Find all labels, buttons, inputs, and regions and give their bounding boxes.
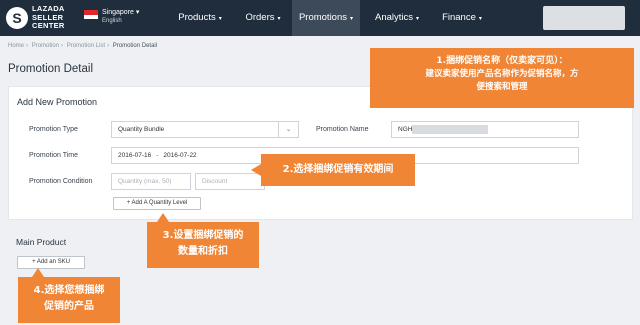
callout-promotion-name: 1.捆绑促销名称（仅卖家可见）： 建议卖家使用产品名称作为促销名称，方 便搜索和… xyxy=(370,48,634,108)
chevron-down-icon: ▾ xyxy=(135,9,140,16)
quantity-input[interactable]: Quantity (max. 50) xyxy=(111,173,191,190)
chevron-down-icon: ▾ xyxy=(416,16,420,22)
promotion-time-label: Promotion Time xyxy=(29,152,79,159)
callout-4-line-1: 4.选择您想捆绑 xyxy=(33,285,105,296)
nav-finance[interactable]: Finance ▾ xyxy=(432,0,492,36)
chevron-down-icon: ▾ xyxy=(478,16,482,22)
nav-orders-label: Orders xyxy=(245,12,275,23)
add-quantity-level-button[interactable]: + Add A Quantity Level xyxy=(113,197,201,210)
logo-line-3: CENTER xyxy=(32,21,65,30)
nav-promotions-label: Promotions xyxy=(298,12,348,23)
nav-products-label: Products xyxy=(178,12,216,23)
country-name: Singapore xyxy=(102,9,134,16)
promotion-condition-label: Promotion Condition xyxy=(29,178,93,185)
callout-promotion-time: 2.选择捆绑促销有效期间 xyxy=(251,154,415,186)
redacted-name xyxy=(412,125,488,134)
breadcrumb-separator: › xyxy=(107,43,110,49)
date-separator: - xyxy=(156,152,159,159)
page-title: Promotion Detail xyxy=(8,63,94,75)
callout-1-line-3: 便搜索和管理 xyxy=(476,82,528,92)
nav-analytics[interactable]: Analytics ▾ xyxy=(362,0,432,36)
breadcrumb: Home › Promotion › Promotion List › Promoti… xyxy=(8,43,159,49)
callout-2-text: 2.选择捆绑促销有效期间 xyxy=(282,164,394,175)
nav-products[interactable]: Products ▾ xyxy=(165,0,235,36)
promotion-name-label: Promotion Name xyxy=(316,126,369,133)
main-product-title: Main Product xyxy=(16,237,67,247)
callout-1-line-1: 1.捆绑促销名称（仅卖家可见）： xyxy=(436,56,568,66)
chevron-down-icon: ▾ xyxy=(218,16,222,22)
account-menu[interactable] xyxy=(543,6,625,30)
chevron-down-icon: ▾ xyxy=(277,16,281,22)
nav-finance-label: Finance xyxy=(442,12,476,23)
chevron-down-icon: ▾ xyxy=(350,16,354,22)
country-name-row: Singapore ▾ xyxy=(102,8,139,16)
callout-3-line-2: 数量和折扣 xyxy=(178,246,228,257)
logo-text: LAZADA SELLER CENTER xyxy=(32,4,65,31)
singapore-flag-icon xyxy=(84,10,98,19)
logo-s-icon: S xyxy=(6,7,28,29)
callout-select-products: 4.选择您想捆绑 促销的产品 xyxy=(18,268,120,323)
promotion-type-value: Quantity Bundle xyxy=(118,126,165,133)
breadcrumb-promotion-list[interactable]: Promotion List xyxy=(67,43,105,49)
promotion-type-label: Promotion Type xyxy=(29,126,78,133)
nav-promotions[interactable]: Promotions ▾ xyxy=(292,0,360,36)
chevron-down-icon: ⌄ xyxy=(278,122,298,137)
breadcrumb-home[interactable]: Home xyxy=(8,43,24,49)
breadcrumb-current: Promotion Detail xyxy=(112,43,158,49)
add-sku-button[interactable]: + Add an SKU xyxy=(17,256,85,269)
promotion-type-select[interactable]: Quantity Bundle ⌄ xyxy=(111,121,299,138)
callout-quantity-discount: 3.设置捆绑促销的 数量和折扣 xyxy=(147,213,259,268)
language-label: English xyxy=(102,18,122,24)
card-title: Add New Promotion xyxy=(17,97,98,107)
top-nav: S LAZADA SELLER CENTER Singapore ▾ Engli… xyxy=(0,0,640,36)
lazada-seller-center-logo[interactable]: S LAZADA SELLER CENTER xyxy=(6,4,86,32)
callout-1-line-2: 建议卖家使用产品名称作为促销名称，方 xyxy=(425,69,579,79)
end-date: 2016-07-22 xyxy=(163,152,197,159)
breadcrumb-promotion[interactable]: Promotion xyxy=(32,43,59,49)
promotion-name-input[interactable]: NGHS xyxy=(391,121,579,138)
nav-orders[interactable]: Orders ▾ xyxy=(235,0,291,36)
breadcrumb-separator: › xyxy=(26,43,29,49)
start-date: 2016-07-16 xyxy=(118,152,152,159)
callout-4-line-2: 促销的产品 xyxy=(44,301,94,312)
callout-3-line-1: 3.设置捆绑促销的 xyxy=(162,230,244,241)
nav-analytics-label: Analytics xyxy=(374,12,413,23)
breadcrumb-separator: › xyxy=(61,43,64,49)
